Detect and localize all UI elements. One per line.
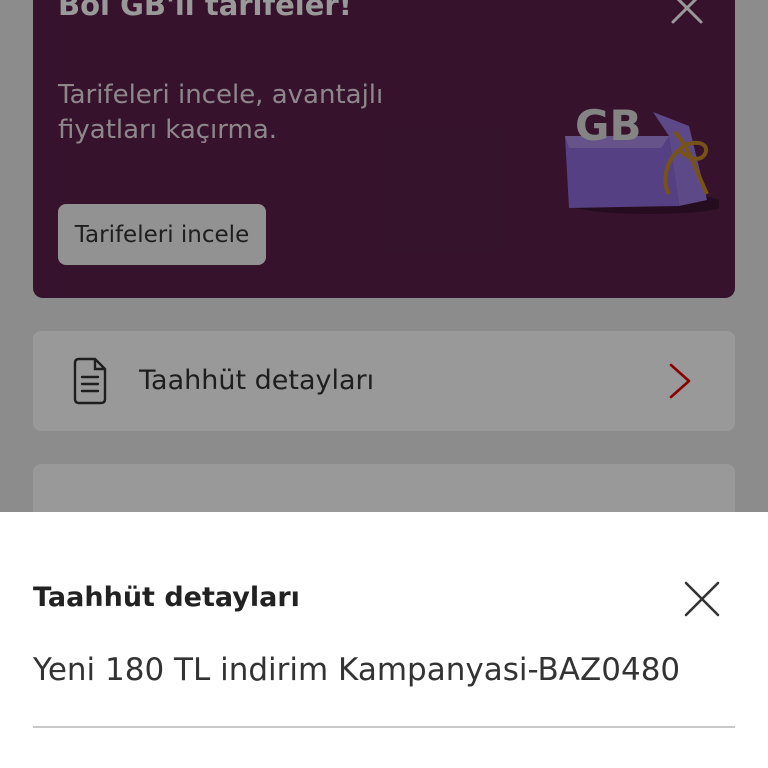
divider bbox=[33, 726, 735, 728]
close-icon[interactable] bbox=[683, 580, 721, 618]
sheet-title: Taahhüt detayları bbox=[33, 582, 300, 613]
campaign-name: Yeni 180 TL indirim Kampanyasi-BAZ0480 bbox=[33, 652, 681, 688]
bottom-sheet: Taahhüt detayları Yeni 180 TL indirim Ka… bbox=[0, 512, 768, 768]
